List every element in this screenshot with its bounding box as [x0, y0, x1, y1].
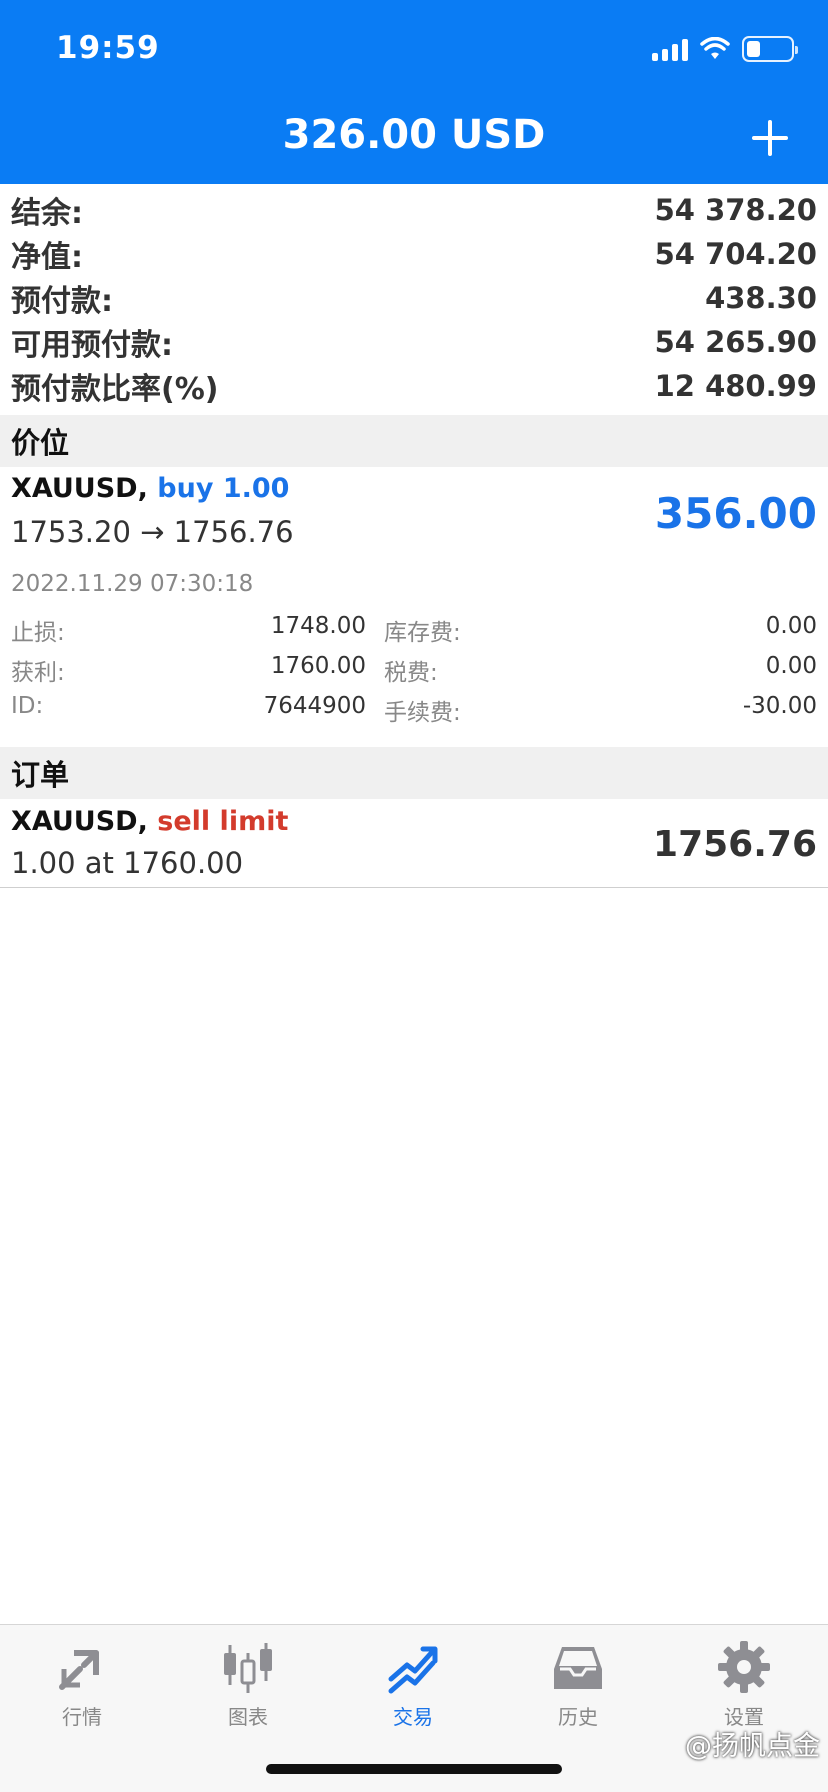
account-summary: 结余: 54 378.20 净值: 54 704.20 预付款: 438.30 …	[0, 188, 828, 408]
summary-label: 预付款比率(%)	[11, 372, 219, 407]
signal-icon	[652, 37, 688, 61]
order-price: 1756.76	[653, 824, 817, 865]
order-desc: 1.00 at 1760.00	[11, 846, 244, 880]
quotes-icon	[59, 1650, 99, 1690]
summary-value: 54 378.20	[654, 193, 817, 227]
summary-label: 预付款:	[11, 284, 113, 319]
tab-history[interactable]: 历史	[518, 1639, 638, 1739]
summary-label: 可用预付款:	[11, 328, 173, 363]
sl-value: 1748.00	[270, 613, 366, 639]
position-symbol: XAUUSD, buy 1.00	[11, 473, 290, 504]
position-time: 2022.11.29 07:30:18	[11, 571, 254, 597]
tab-label: 历史	[558, 1705, 598, 1729]
position-prices: 1753.20 → 1756.76	[11, 515, 294, 549]
add-order-button[interactable]	[750, 118, 790, 158]
wifi-icon	[700, 37, 730, 59]
tab-label: 行情	[62, 1705, 102, 1729]
status-indicators	[652, 34, 798, 64]
home-indicator[interactable]	[266, 1764, 562, 1774]
id-label: ID:	[11, 693, 44, 719]
page-title: 326.00 USD	[282, 112, 546, 158]
fee-label: 手续费:	[384, 700, 461, 726]
position-profit: 356.00	[654, 489, 817, 538]
summary-row-equity: 净值: 54 704.20	[0, 232, 828, 276]
tax-value: 0.00	[765, 653, 817, 679]
status-time: 19:59	[56, 30, 160, 66]
settings-icon	[718, 1641, 770, 1693]
summary-value: 12 480.99	[654, 369, 817, 403]
summary-row-balance: 结余: 54 378.20	[0, 188, 828, 232]
position-side: buy 1.00	[157, 473, 290, 504]
summary-value: 438.30	[705, 281, 817, 315]
order-symbol: XAUUSD, sell limit	[11, 806, 289, 837]
summary-value: 54 265.90	[654, 325, 817, 359]
swap-label: 库存费:	[384, 620, 461, 646]
id-value: 7644900	[263, 693, 366, 719]
order-type: sell limit	[157, 806, 289, 837]
tax-label: 税费:	[384, 660, 438, 686]
top-bar: 19:59 326.00 USD	[0, 0, 828, 184]
swap-value: 0.00	[765, 613, 817, 639]
summary-row-free-margin: 可用预付款: 54 265.90	[0, 320, 828, 364]
tab-label: 图表	[228, 1705, 268, 1729]
chart-icon	[224, 1643, 272, 1693]
summary-label: 净值:	[11, 240, 83, 275]
tp-value: 1760.00	[270, 653, 366, 679]
tab-chart[interactable]: 图表	[188, 1639, 308, 1739]
trade-icon	[388, 1646, 438, 1694]
history-icon	[554, 1647, 602, 1689]
watermark: @扬帆点金	[685, 1731, 820, 1762]
fee-value: -30.00	[742, 693, 817, 719]
orders-section-header: 订单	[0, 747, 828, 799]
order-row[interactable]: XAUUSD, sell limit 1.00 at 1760.00 1756.…	[0, 798, 828, 888]
positions-section-header: 价位	[0, 415, 828, 467]
sl-label: 止损:	[11, 620, 65, 646]
summary-row-margin-level: 预付款比率(%) 12 480.99	[0, 364, 828, 408]
battery-icon	[742, 36, 798, 62]
tp-label: 获利:	[11, 660, 65, 686]
summary-row-margin: 预付款: 438.30	[0, 276, 828, 320]
tab-quotes[interactable]: 行情	[22, 1639, 142, 1739]
tab-label: 交易	[393, 1705, 433, 1729]
tab-trade[interactable]: 交易	[353, 1639, 473, 1739]
summary-label: 结余:	[11, 196, 83, 231]
summary-value: 54 704.20	[654, 237, 817, 271]
